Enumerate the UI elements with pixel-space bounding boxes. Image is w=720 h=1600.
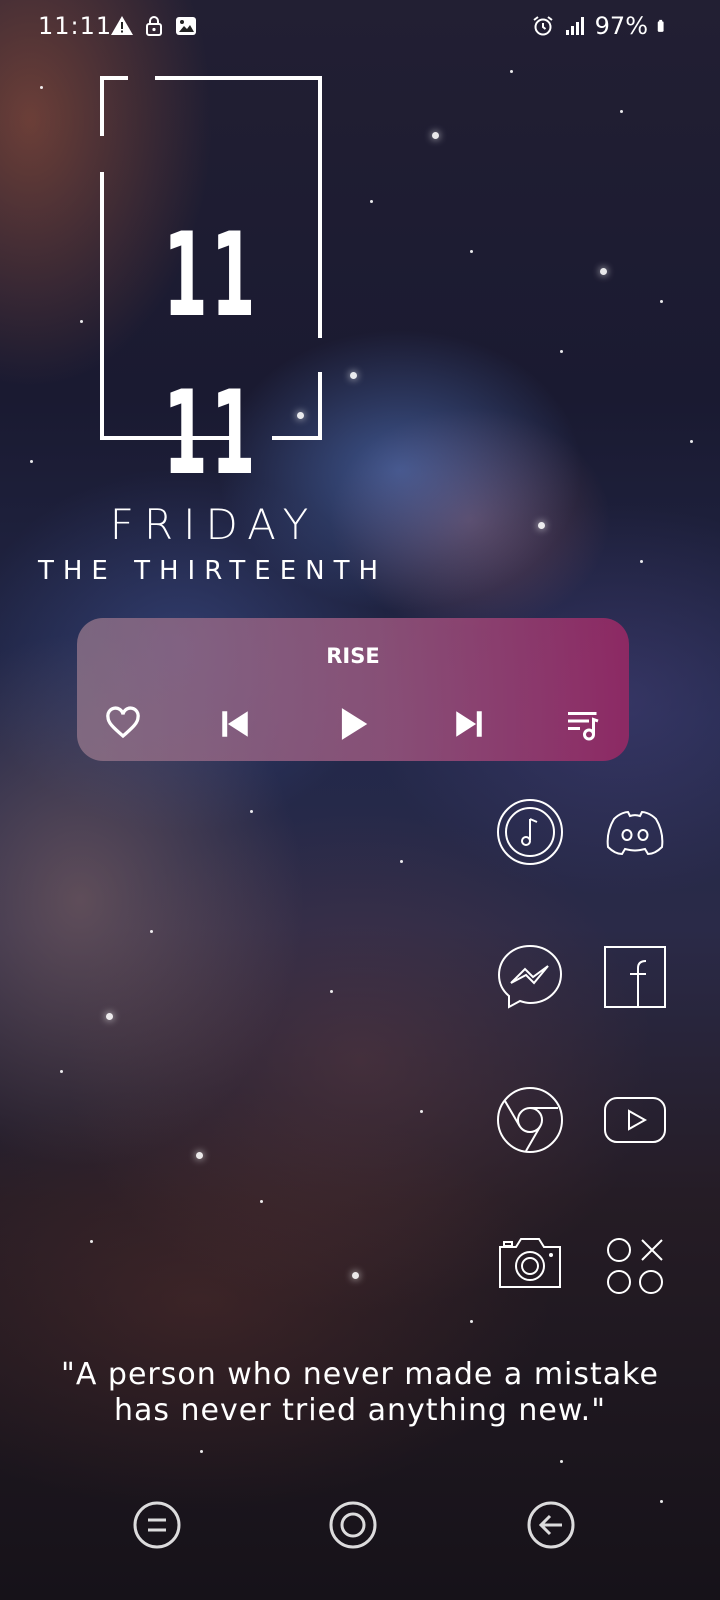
quote-widget: "A person who never made a mistake has n…	[0, 1357, 720, 1429]
back-button[interactable]	[526, 1500, 576, 1550]
play-button[interactable]	[331, 702, 375, 746]
recents-icon	[133, 1501, 181, 1549]
games-icon[interactable]	[602, 1233, 672, 1303]
play-icon	[341, 708, 368, 740]
quote-line-1: "A person who never made a mistake	[61, 1357, 659, 1392]
music-app-icon[interactable]	[495, 797, 565, 867]
clock-minute: 11	[163, 366, 259, 501]
clock-widget[interactable]: 11 11	[100, 76, 322, 501]
date-subtitle: THE THIRTEENTH	[38, 556, 388, 586]
signal-icon	[565, 17, 584, 35]
next-icon	[456, 711, 482, 737]
status-time: 11:11	[38, 12, 113, 40]
battery-percent: 97%	[594, 12, 648, 40]
camera-icon[interactable]	[496, 1233, 566, 1303]
alarm-icon	[533, 16, 553, 36]
favorite-button[interactable]	[101, 702, 145, 746]
quote-line-2: has never tried anything new."	[113, 1393, 607, 1428]
lock-icon	[146, 16, 162, 36]
song-title: RISE	[326, 644, 380, 668]
battery-icon	[657, 19, 664, 32]
status-bar: 11:11 97%	[0, 0, 720, 52]
home-button[interactable]	[328, 1500, 378, 1550]
facebook-icon[interactable]	[602, 944, 672, 1014]
back-icon	[527, 1501, 575, 1549]
previous-icon	[222, 711, 248, 737]
heart-icon	[106, 706, 140, 739]
recents-button[interactable]	[132, 1500, 182, 1550]
image-icon	[176, 17, 196, 35]
discord-icon[interactable]	[600, 797, 670, 867]
next-button[interactable]	[447, 702, 491, 746]
youtube-icon[interactable]	[602, 1090, 672, 1160]
playlist-button[interactable]	[561, 702, 605, 746]
previous-button[interactable]	[213, 702, 257, 746]
warning-icon	[111, 16, 133, 35]
playlist-icon	[568, 712, 599, 741]
messenger-icon[interactable]	[495, 942, 565, 1012]
chrome-icon[interactable]	[495, 1085, 565, 1155]
status-right: 97%	[531, 12, 670, 40]
home-icon	[329, 1501, 377, 1549]
notification-icons	[110, 14, 198, 38]
date-day: FRIDAY	[109, 500, 319, 549]
clock-hour: 11	[163, 208, 259, 343]
music-widget[interactable]: RISE	[77, 618, 629, 761]
